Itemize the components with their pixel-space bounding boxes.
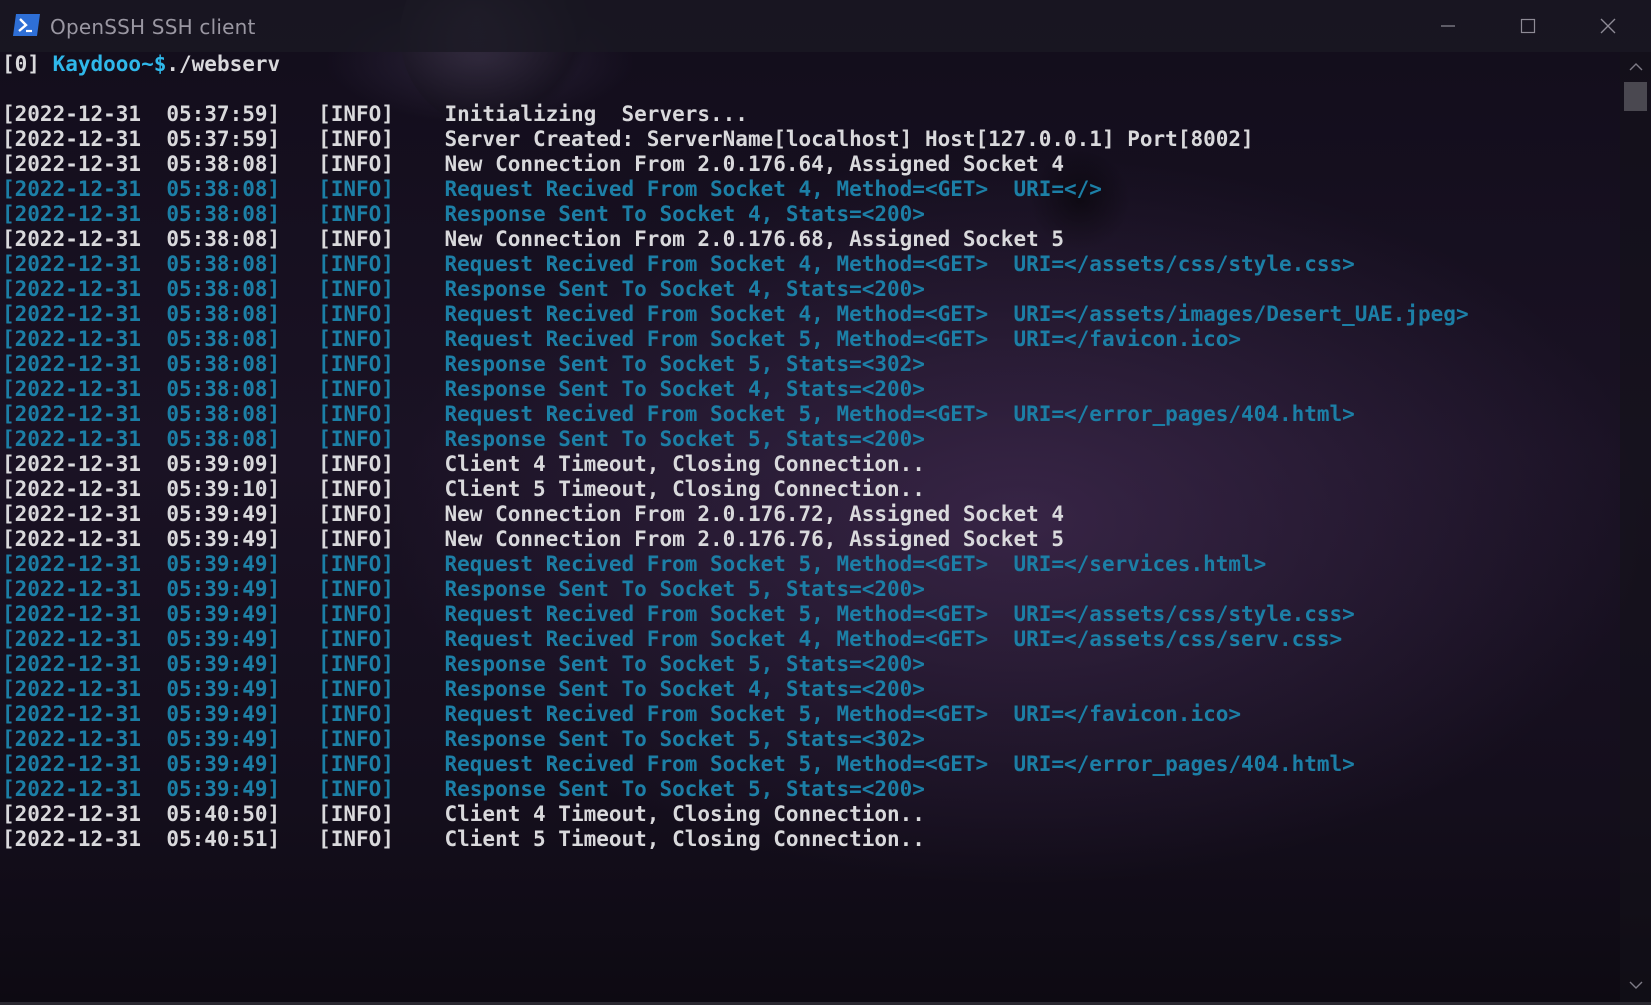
log-line: [2022-12-31 05:38:08] [INFO] Request Rec… (2, 327, 1242, 351)
log-line: [2022-12-31 05:39:49] [INFO] Request Rec… (2, 627, 1343, 651)
log-line: [2022-12-31 05:38:08] [INFO] New Connect… (2, 227, 1065, 251)
log-lines: [2022-12-31 05:37:59] [INFO] Initializin… (2, 77, 1620, 852)
terminal-output[interactable]: [0] Kaydooo~$./webserv [2022-12-31 05:37… (2, 52, 1620, 1002)
log-line: [2022-12-31 05:39:49] [INFO] Request Rec… (2, 602, 1355, 626)
log-line: [2022-12-31 05:38:08] [INFO] Request Rec… (2, 302, 1469, 326)
log-line: [2022-12-31 05:39:49] [INFO] Response Se… (2, 777, 925, 801)
log-line: [2022-12-31 05:38:08] [INFO] Response Se… (2, 352, 925, 376)
log-line: [2022-12-31 05:39:49] [INFO] Request Rec… (2, 752, 1355, 776)
log-line: [2022-12-31 05:39:49] [INFO] Response Se… (2, 577, 925, 601)
log-line: [2022-12-31 05:38:08] [INFO] Request Rec… (2, 252, 1355, 276)
log-line: [2022-12-31 05:39:49] [INFO] New Connect… (2, 527, 1065, 551)
vertical-scrollbar[interactable] (1620, 52, 1651, 1002)
chevron-down-icon (1629, 981, 1642, 989)
close-button[interactable] (1568, 0, 1648, 52)
scroll-down-button[interactable] (1620, 974, 1651, 996)
log-line: [2022-12-31 05:39:49] [INFO] Response Se… (2, 652, 925, 676)
log-line: [2022-12-31 05:40:51] [INFO] Client 5 Ti… (2, 827, 925, 851)
log-line: [2022-12-31 05:37:59] [INFO] Initializin… (2, 102, 748, 126)
log-line: [2022-12-31 05:38:08] [INFO] New Connect… (2, 152, 1065, 176)
window-title: OpenSSH SSH client (50, 15, 256, 39)
log-line: [2022-12-31 05:40:50] [INFO] Client 4 Ti… (2, 802, 925, 826)
log-line: [2022-12-31 05:39:49] [INFO] Request Rec… (2, 552, 1267, 576)
log-line: [2022-12-31 05:39:49] [INFO] Response Se… (2, 727, 925, 751)
scroll-up-button[interactable] (1620, 56, 1651, 78)
scrollbar-thumb[interactable] (1624, 82, 1647, 111)
close-icon (1600, 18, 1616, 34)
maximize-icon (1520, 18, 1536, 34)
log-line: [2022-12-31 05:38:08] [INFO] Response Se… (2, 377, 925, 401)
log-line: [2022-12-31 05:39:49] [INFO] New Connect… (2, 502, 1065, 526)
log-line: [2022-12-31 05:39:49] [INFO] Response Se… (2, 677, 925, 701)
prompt-line: [0] Kaydooo~$./webserv (2, 52, 1620, 77)
log-line: [2022-12-31 05:39:10] [INFO] Client 5 Ti… (2, 477, 925, 501)
terminal-window: OpenSSH SSH client [0] Kaydooo~$./webser… (0, 0, 1651, 1005)
log-line: [2022-12-31 05:38:08] [INFO] Response Se… (2, 277, 925, 301)
minimize-button[interactable] (1408, 0, 1488, 52)
minimize-icon (1441, 25, 1455, 27)
log-line: [2022-12-31 05:37:59] [INFO] Server Crea… (2, 127, 1254, 151)
prompt-command: ./webserv (166, 52, 281, 76)
log-line: [2022-12-31 05:38:08] [INFO] Request Rec… (2, 402, 1355, 426)
prompt-user: Kaydooo~$ (52, 52, 167, 76)
log-line: [2022-12-31 05:39:09] [INFO] Client 4 Ti… (2, 452, 925, 476)
prompt-index: [0] (2, 52, 53, 76)
log-line: [2022-12-31 05:38:08] [INFO] Response Se… (2, 427, 925, 451)
log-line: [2022-12-31 05:38:08] [INFO] Request Rec… (2, 177, 1102, 201)
title-bar[interactable]: OpenSSH SSH client (0, 0, 1651, 52)
maximize-button[interactable] (1488, 0, 1568, 52)
chevron-up-icon (1629, 63, 1642, 71)
log-line: [2022-12-31 05:38:08] [INFO] Response Se… (2, 202, 925, 226)
powershell-icon[interactable] (13, 14, 40, 36)
log-line: [2022-12-31 05:39:49] [INFO] Request Rec… (2, 702, 1242, 726)
